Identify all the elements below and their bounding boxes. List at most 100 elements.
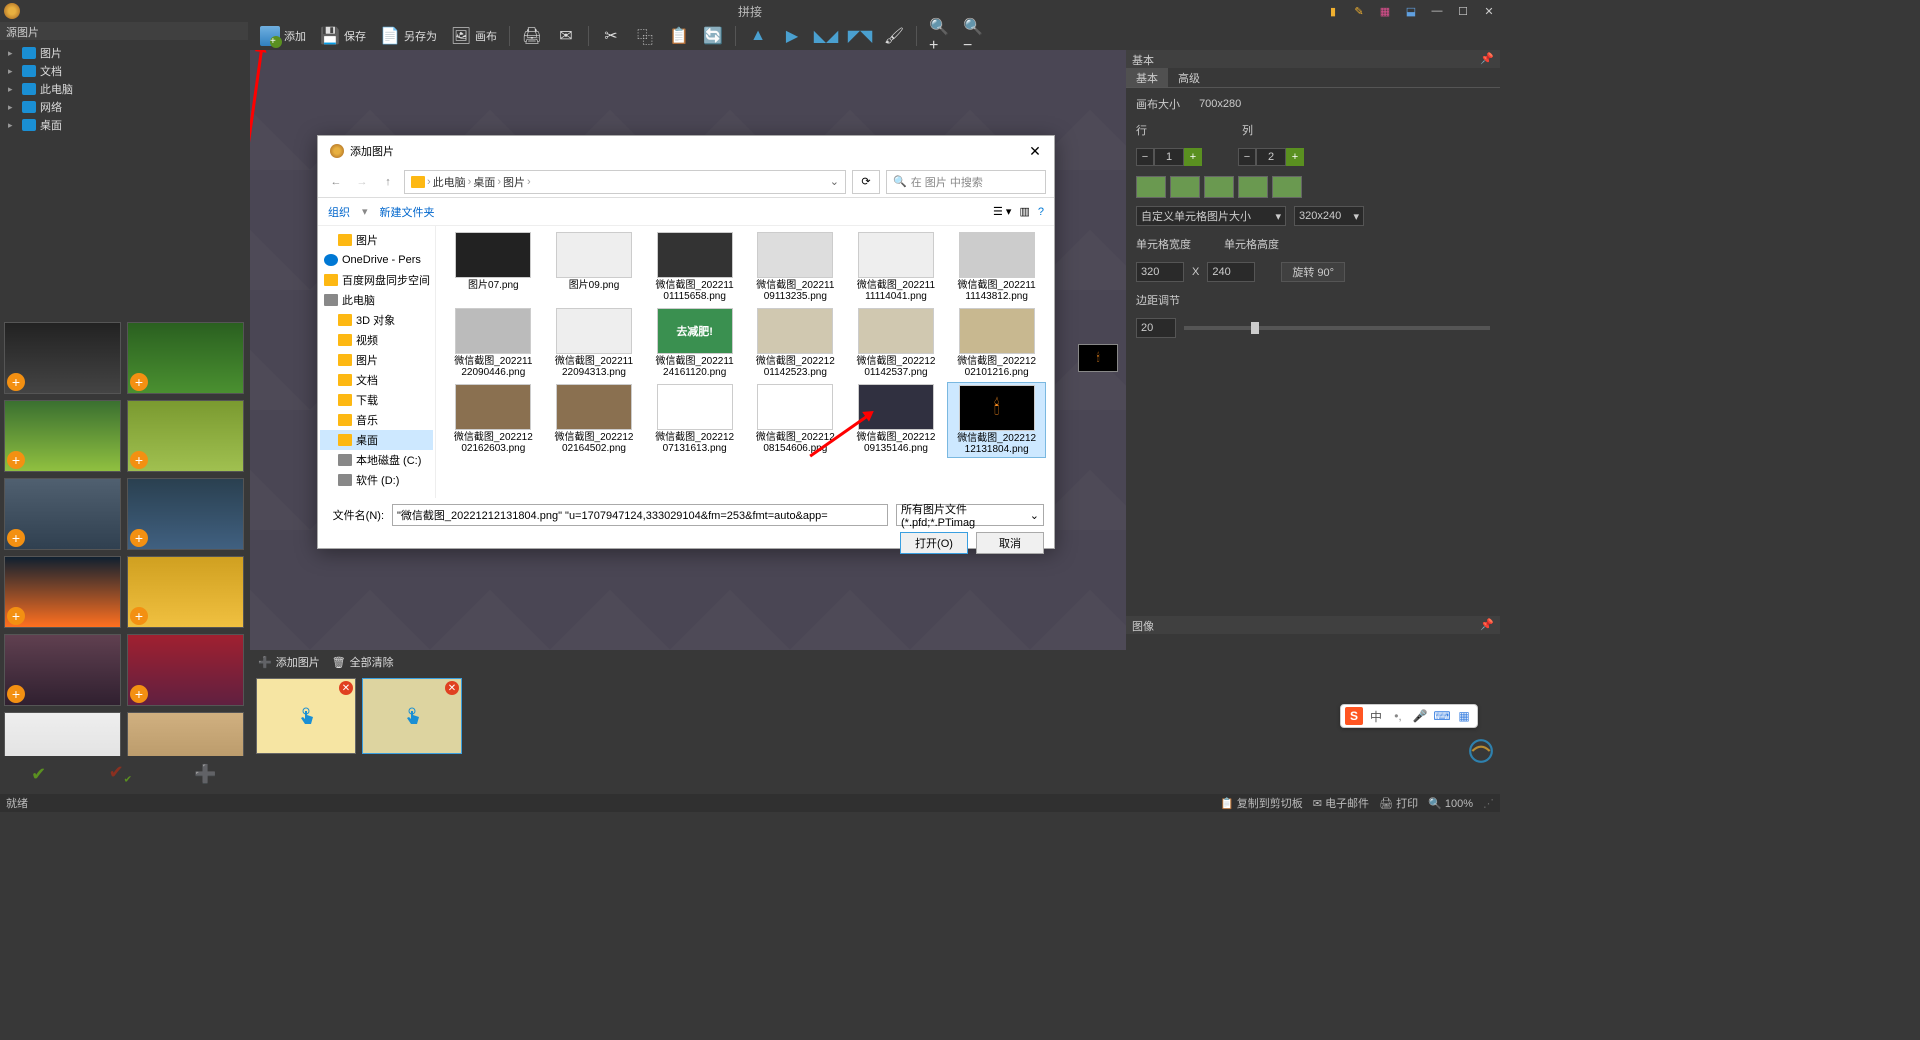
cellsize-mode-select[interactable]: 自定义单元格图片大小▾ — [1136, 206, 1286, 226]
file-item[interactable]: 微信截图_20221202162603.png — [444, 382, 543, 458]
file-item[interactable]: 微信截图_20221208154606.png — [746, 382, 845, 458]
cols-input[interactable] — [1256, 148, 1286, 166]
source-thumb[interactable]: + — [127, 634, 244, 706]
source-thumb[interactable]: + — [4, 556, 121, 628]
dialog-tree-item[interactable]: 桌面 — [320, 430, 433, 450]
ime-grid-icon[interactable]: ▦ — [1455, 707, 1473, 725]
rotate-button[interactable]: 旋转 90° — [1281, 262, 1345, 282]
dialog-tree-item[interactable]: 图片 — [320, 230, 433, 250]
ime-punct-icon[interactable]: •, — [1389, 707, 1407, 725]
preset-2[interactable] — [1170, 176, 1200, 198]
strip-add-button[interactable]: ➕添加图片 — [258, 654, 320, 670]
close-button[interactable]: ✕ — [1478, 2, 1500, 20]
save-button[interactable]: 💾保存 — [314, 24, 372, 48]
margin-input[interactable] — [1136, 318, 1176, 338]
flip-v-icon[interactable]: ▶ — [776, 24, 808, 48]
source-thumb[interactable]: + — [4, 712, 121, 756]
file-item[interactable]: 微信截图_20221122090446.png — [444, 306, 543, 380]
strip-slot[interactable]: ✕ — [256, 678, 356, 754]
pin-icon[interactable]: 📌 — [1480, 52, 1494, 66]
strip-clear-button[interactable]: 🗑全部清除 — [332, 654, 394, 670]
preset-3[interactable] — [1204, 176, 1234, 198]
add-thumb-icon[interactable]: ➕ — [194, 764, 216, 785]
dialog-tree-item[interactable]: 百度网盘同步空间 — [320, 270, 433, 290]
cell-height-input[interactable] — [1207, 262, 1255, 282]
tab-advanced[interactable]: 高级 — [1168, 68, 1210, 87]
preset-1[interactable] — [1136, 176, 1166, 198]
titlebar-icon-4[interactable]: ⬓ — [1400, 2, 1422, 20]
titlebar-icon-2[interactable]: ✎ — [1348, 2, 1370, 20]
accept-all-icon[interactable]: ✔✔ — [109, 762, 132, 786]
dialog-tree-item[interactable]: 文档 — [320, 370, 433, 390]
file-item[interactable]: 微信截图_20221101115658.png — [645, 230, 744, 304]
dialog-tree-item[interactable]: 本地磁盘 (C:) — [320, 450, 433, 470]
ime-toolbar[interactable]: S 中 •, 🎤 ⌨ ▦ — [1340, 704, 1478, 728]
file-item[interactable]: 微信截图_20221202164502.png — [545, 382, 644, 458]
filename-input[interactable] — [392, 504, 888, 526]
pin-icon[interactable]: 📌 — [1480, 618, 1494, 632]
tree-item[interactable]: ▸网络 — [0, 98, 248, 116]
add-badge-icon[interactable]: + — [130, 685, 148, 703]
dialog-tree-item[interactable]: 下载 — [320, 390, 433, 410]
file-item[interactable]: 去减肥!微信截图_20221124161120.png — [645, 306, 744, 380]
cellsize-preset-select[interactable]: 320x240▾ — [1294, 206, 1364, 226]
cols-plus[interactable]: + — [1286, 148, 1304, 166]
add-badge-icon[interactable]: + — [130, 607, 148, 625]
file-item[interactable]: 微信截图_20221109113235.png — [746, 230, 845, 304]
canvas-button[interactable]: 🖼画布 — [445, 24, 503, 48]
accept-icon[interactable]: ✔ — [31, 764, 46, 785]
add-badge-icon[interactable]: + — [130, 373, 148, 391]
organize-menu[interactable]: 组织 — [328, 204, 350, 220]
cancel-button[interactable]: 取消 — [976, 532, 1044, 554]
add-badge-icon[interactable]: + — [130, 529, 148, 547]
help-icon[interactable]: ? — [1038, 206, 1044, 218]
dialog-tree-item[interactable]: 3D 对象 — [320, 310, 433, 330]
cols-spinner[interactable]: −+ — [1238, 148, 1304, 166]
titlebar-icon-1[interactable]: ▮ — [1322, 2, 1344, 20]
mirror-v-icon[interactable]: ◤◥ — [844, 24, 876, 48]
rows-minus[interactable]: − — [1136, 148, 1154, 166]
file-item[interactable]: 🕯微信截图_20221212131804.png — [947, 382, 1046, 458]
brush-icon[interactable]: 🖌 — [878, 24, 910, 48]
file-item[interactable]: 微信截图_20221201142537.png — [847, 306, 946, 380]
mirror-h-icon[interactable]: ◣◢ — [810, 24, 842, 48]
file-item[interactable]: 微信截图_20221111114041.png — [847, 230, 946, 304]
source-thumb[interactable]: + — [127, 478, 244, 550]
add-badge-icon[interactable]: + — [7, 373, 25, 391]
source-thumb[interactable]: + — [127, 400, 244, 472]
swap-icon[interactable]: 🔄 — [697, 24, 729, 48]
dialog-close-button[interactable]: ✕ — [1024, 140, 1046, 162]
strip-slot[interactable]: ✕ — [362, 678, 462, 754]
preview-icon[interactable]: ▥ — [1019, 205, 1029, 218]
source-thumb[interactable]: + — [4, 634, 121, 706]
source-thumb[interactable]: + — [4, 322, 121, 394]
dialog-tree-item[interactable]: OneDrive - Pers — [320, 250, 433, 270]
saveas-button[interactable]: 📄另存为 — [374, 24, 443, 48]
rows-plus[interactable]: + — [1184, 148, 1202, 166]
cut-icon[interactable]: ✂ — [595, 24, 627, 48]
ime-lang[interactable]: 中 — [1367, 707, 1385, 725]
file-item[interactable]: 图片09.png — [545, 230, 644, 304]
refresh-button[interactable]: ⟳ — [852, 170, 880, 194]
rows-input[interactable] — [1154, 148, 1184, 166]
add-badge-icon[interactable]: + — [7, 451, 25, 469]
add-badge-icon[interactable]: + — [130, 451, 148, 469]
preset-4[interactable] — [1238, 176, 1268, 198]
ime-keyboard-icon[interactable]: ⌨ — [1433, 707, 1451, 725]
dialog-tree-item[interactable]: 软件 (D:) — [320, 470, 433, 490]
status-print[interactable]: 🖨 打印 — [1379, 795, 1418, 811]
search-input[interactable]: 🔍在 图片 中搜索 — [886, 170, 1046, 194]
margin-slider[interactable] — [1184, 326, 1490, 330]
file-item[interactable]: 微信截图_20221202101216.png — [947, 306, 1046, 380]
breadcrumb[interactable]: ›此电脑 ›桌面 ›图片 › ⌄ — [404, 170, 846, 194]
titlebar-icon-3[interactable]: ▦ — [1374, 2, 1396, 20]
status-email[interactable]: ✉ 电子邮件 — [1313, 795, 1369, 811]
tree-item[interactable]: ▸此电脑 — [0, 80, 248, 98]
source-thumb[interactable]: + — [127, 712, 244, 756]
mail-icon[interactable]: ✉ — [550, 24, 582, 48]
source-thumb[interactable]: + — [4, 400, 121, 472]
print-icon[interactable]: 🖨 — [516, 24, 548, 48]
newfolder-button[interactable]: 新建文件夹 — [380, 204, 435, 220]
open-button[interactable]: 打开(O) — [900, 532, 968, 554]
dialog-tree-item[interactable]: 此电脑 — [320, 290, 433, 310]
